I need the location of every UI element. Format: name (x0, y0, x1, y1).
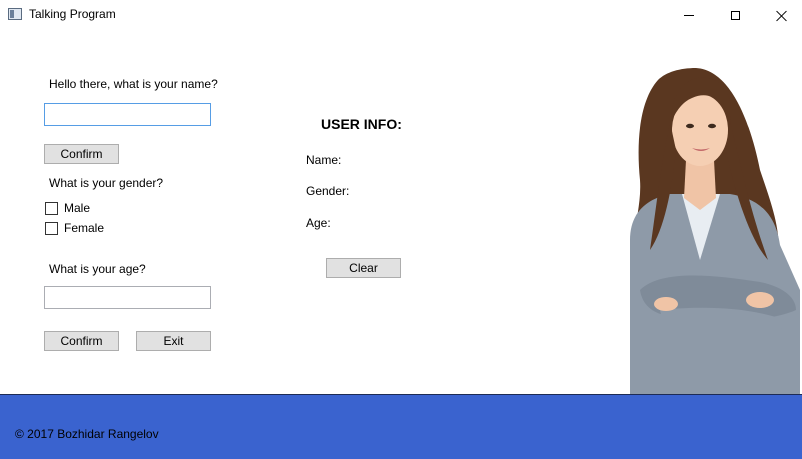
window-title: Talking Program (29, 7, 116, 21)
info-name-label: Name: (306, 153, 342, 167)
maximize-icon (730, 10, 740, 20)
user-info-title: USER INFO: (321, 116, 402, 132)
minimize-button[interactable] (666, 0, 712, 30)
female-option[interactable]: Female (45, 221, 104, 235)
info-age-label: Age: (306, 216, 331, 230)
footer-bar: © 2017 Bozhidar Rangelov (0, 394, 802, 459)
male-option[interactable]: Male (45, 201, 90, 215)
confirm-name-button[interactable]: Confirm (44, 144, 119, 164)
close-button[interactable] (758, 0, 802, 30)
title-bar[interactable]: Talking Program (0, 0, 802, 30)
copyright-text: © 2017 Bozhidar Rangelov (15, 427, 159, 441)
maximize-button[interactable] (712, 0, 758, 30)
age-input[interactable] (44, 286, 211, 309)
minimize-icon (684, 14, 694, 16)
male-label: Male (64, 201, 91, 215)
male-checkbox[interactable] (45, 201, 58, 215)
gender-prompt: What is your gender? (49, 176, 164, 190)
female-checkbox[interactable] (45, 221, 58, 235)
confirm-age-button[interactable]: Confirm (44, 331, 119, 351)
clear-button[interactable]: Clear (326, 258, 401, 278)
name-prompt: Hello there, what is your name? (49, 77, 218, 91)
close-icon (776, 10, 787, 21)
name-input[interactable] (44, 103, 211, 126)
age-prompt: What is your age? (49, 262, 146, 276)
info-gender-label: Gender: (306, 184, 350, 198)
exit-button[interactable]: Exit (136, 331, 211, 351)
app-icon (8, 8, 22, 20)
woman-photo (630, 68, 800, 394)
female-label: Female (64, 221, 105, 235)
